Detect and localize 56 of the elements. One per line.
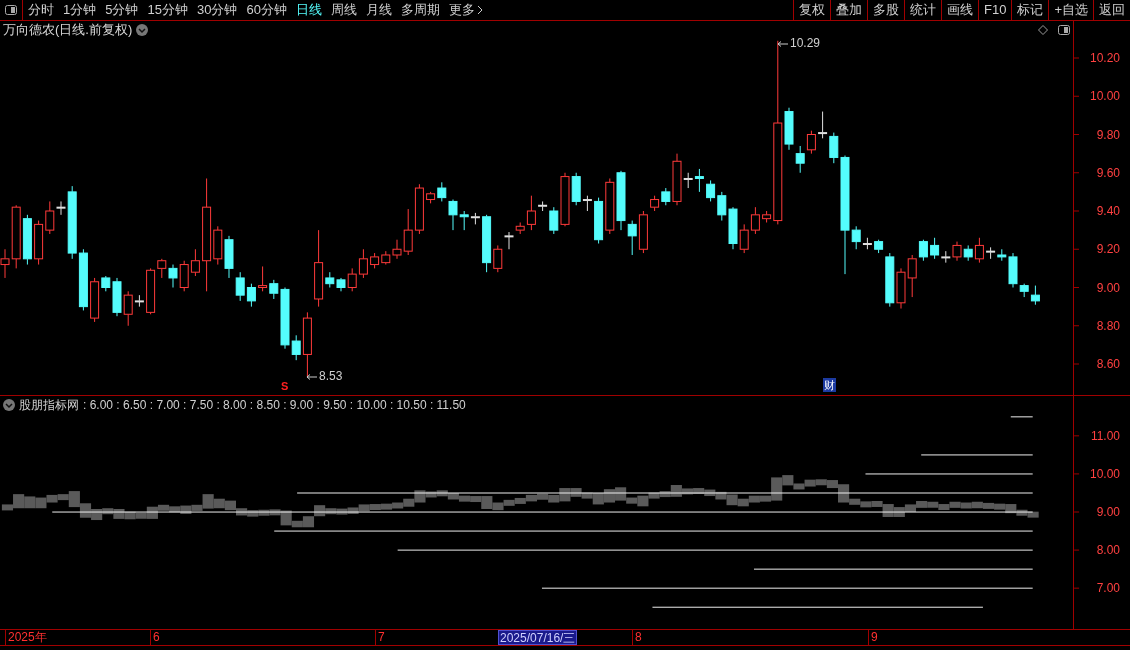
indicator-axis-label: 11.00 <box>1090 428 1120 443</box>
toolbar-button[interactable]: 复权 <box>793 0 830 20</box>
chevron-right-icon <box>476 5 483 15</box>
price-axis-label: 9.60 <box>1096 165 1120 180</box>
period-tab[interactable]: 60分钟 <box>246 0 287 20</box>
period-tab[interactable]: 日线 <box>295 0 322 20</box>
date-axis-label: 2025/07/16/三 <box>498 630 578 645</box>
period-tab[interactable]: 15分钟 <box>147 0 188 20</box>
chart-title: 万向德农(日线.前复权) <box>3 20 133 39</box>
indicator-name: 股朋指标网 <box>19 396 79 414</box>
period-tab[interactable]: 1分钟 <box>63 0 97 20</box>
date-axis-label: 9 <box>868 630 878 645</box>
panel-toggle-icon[interactable] <box>5 5 17 15</box>
date-axis-label: 8 <box>632 630 642 645</box>
indicator-axis-label: 9.00 <box>1096 505 1120 519</box>
toolbar-button[interactable]: 标记 <box>1011 0 1049 20</box>
more-button[interactable]: 更多 <box>448 0 483 20</box>
event-badge[interactable]: 财 <box>823 378 836 392</box>
price-axis-label: 10.00 <box>1089 89 1120 104</box>
price-axis-label: 8.60 <box>1096 357 1120 371</box>
period-tab[interactable]: 周线 <box>330 0 357 20</box>
arrow-icon <box>307 374 317 380</box>
price-axis-label: 10.20 <box>1089 51 1120 65</box>
price-axis-label: 9.00 <box>1096 280 1120 295</box>
period-tab[interactable]: 分时 <box>28 0 54 20</box>
toolbar-button[interactable]: +自选 <box>1048 0 1093 20</box>
price-axis-label: 8.80 <box>1096 318 1120 333</box>
period-tab[interactable]: 多周期 <box>400 0 440 20</box>
diamond-icon[interactable] <box>1038 24 1048 35</box>
period-tab[interactable]: 5分钟 <box>105 0 139 20</box>
price-axis-label: 9.20 <box>1096 242 1120 257</box>
indicator-axis-label: 10.00 <box>1090 466 1120 481</box>
date-axis-label: 2025年 <box>5 630 47 645</box>
toolbar-button[interactable]: 叠加 <box>830 0 867 20</box>
toolbar-button[interactable]: 统计 <box>904 0 941 20</box>
indicator-axis-label: 7.00 <box>1096 581 1120 596</box>
toolbar-button[interactable]: F10 <box>978 0 1012 20</box>
price-axis-label: 9.80 <box>1096 127 1120 142</box>
high-price-label: 10.29 <box>790 35 821 52</box>
signal-mark: S <box>281 379 289 394</box>
toolbar-button[interactable]: 多股 <box>867 0 904 20</box>
toolbar-button[interactable]: 画线 <box>941 0 978 20</box>
indicator-legend: : 6.00 : 6.50 : 7.00 : 7.50 : 8.00 : 8.50 : 9.00 : 9.50 : 10.00 : 10.50 : 11.50 <box>83 395 466 414</box>
indicator-axis-label: 8.00 <box>1096 543 1120 558</box>
panel-toggle-icon[interactable] <box>1058 24 1070 35</box>
date-axis-label: 6 <box>150 630 160 645</box>
dropdown-icon[interactable] <box>3 398 15 411</box>
dropdown-icon[interactable] <box>136 23 149 36</box>
level-line <box>1010 416 1034 418</box>
period-tab[interactable]: 30分钟 <box>196 0 238 20</box>
price-axis-label: 9.40 <box>1096 204 1120 218</box>
toolbar-button[interactable]: 返回 <box>1093 0 1130 20</box>
arrow-icon <box>778 41 788 47</box>
low-price-label: 8.53 <box>319 368 343 385</box>
period-tab[interactable]: 月线 <box>365 0 392 20</box>
date-axis-label: 7 <box>375 630 385 645</box>
